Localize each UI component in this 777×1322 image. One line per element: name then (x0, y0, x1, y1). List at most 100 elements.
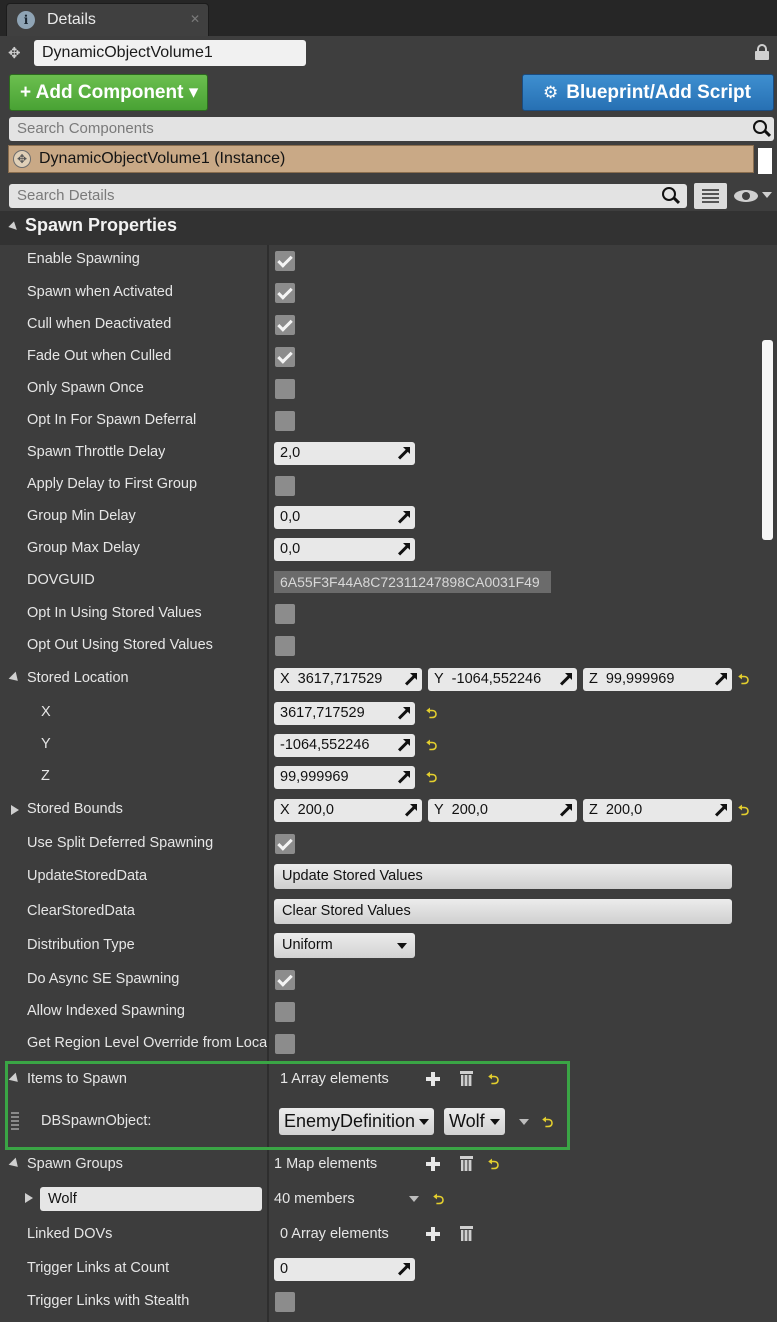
stored-location-x-field[interactable]: X 3617,717529 (274, 668, 422, 691)
stored-location-y-value: -1064,552246 (451, 671, 542, 687)
checkbox-fade-out-when-culled[interactable] (275, 347, 295, 367)
chevron-down-icon[interactable] (409, 1196, 419, 1202)
stored-bounds-y-field[interactable]: Y 200,0 (428, 799, 577, 822)
checkbox-only-spawn-once[interactable] (275, 379, 295, 399)
category-spawn-properties[interactable]: Spawn Properties (0, 211, 777, 245)
add-element-icon[interactable] (426, 1227, 440, 1241)
trash-icon[interactable] (460, 1226, 473, 1241)
axis-z: Z (589, 671, 598, 687)
component-instance-row[interactable]: ✥ DynamicObjectVolume1 (Instance) (8, 145, 754, 173)
drag-spinner-icon[interactable] (714, 673, 727, 686)
add-element-icon[interactable] (426, 1157, 440, 1171)
blueprint-add-script-button[interactable]: ⚙ Blueprint/Add Script (522, 74, 774, 111)
collapse-arrow-icon[interactable] (11, 805, 19, 815)
label-enable-spawning: Enable Spawning (27, 251, 140, 267)
view-options-chevron-down-icon[interactable] (762, 192, 772, 198)
details-scrollbar[interactable] (762, 340, 773, 540)
trigger-links-count-field[interactable]: 0 (274, 1258, 415, 1281)
search-components-input[interactable]: Search Components (9, 117, 774, 141)
axis-y: Y (434, 802, 444, 818)
stored-location-y-field[interactable]: Y -1064,552246 (428, 668, 577, 691)
drag-spinner-icon[interactable] (404, 804, 417, 817)
label-apply-delay-first-group: Apply Delay to First Group (27, 476, 198, 492)
drag-spinner-icon[interactable] (397, 771, 410, 784)
stored-location-z-field[interactable]: Z 99,999969 (583, 668, 732, 691)
reset-to-default-icon[interactable]: ⮌ (426, 738, 438, 752)
checkbox-opt-in-spawn-deferral[interactable] (275, 411, 295, 431)
stored-location-x-value: 3617,717529 (297, 671, 383, 687)
search-details-input[interactable]: Search Details (9, 184, 687, 208)
drag-spinner-icon[interactable] (397, 543, 410, 556)
checkbox-allow-indexed[interactable] (275, 1002, 295, 1022)
label-opt-in-spawn-deferral: Opt In For Spawn Deferral (27, 412, 197, 428)
distribution-type-dropdown[interactable]: Uniform (274, 933, 415, 958)
checkbox-trigger-links-stealth[interactable] (275, 1292, 295, 1312)
label-spawn-throttle-delay: Spawn Throttle Delay (27, 444, 166, 460)
reset-to-default-icon[interactable]: ⮌ (488, 1157, 500, 1171)
tab-details[interactable]: i Details ✕ (6, 3, 209, 36)
drag-spinner-icon[interactable] (714, 804, 727, 817)
update-stored-values-button[interactable]: Update Stored Values (274, 864, 732, 889)
drag-spinner-icon[interactable] (397, 447, 410, 460)
axis-x: X (280, 802, 290, 818)
checkbox-spawn-when-activated[interactable] (275, 283, 295, 303)
label-group-min-delay: Group Min Delay (27, 508, 136, 524)
close-icon[interactable]: ✕ (190, 12, 200, 26)
reset-to-default-icon[interactable]: ⮌ (738, 672, 750, 686)
checkbox-do-async-se[interactable] (275, 970, 295, 990)
checkbox-enable-spawning[interactable] (275, 251, 295, 271)
actor-icon: ✥ (8, 45, 21, 62)
add-component-button[interactable]: + Add Component ▾ (9, 74, 208, 111)
drag-spinner-icon[interactable] (559, 673, 572, 686)
eye-icon[interactable] (734, 188, 758, 204)
label-group-max-delay: Group Max Delay (27, 540, 140, 556)
reset-to-default-icon[interactable]: ⮌ (426, 770, 438, 784)
property-matrix-button[interactable] (694, 183, 727, 209)
location-z-field[interactable]: 99,999969 (274, 766, 415, 789)
spawn-throttle-delay-field[interactable]: 2,0 (274, 442, 415, 465)
group-max-delay-field[interactable]: 0,0 (274, 538, 415, 561)
spawn-group-key-field[interactable]: Wolf (40, 1187, 262, 1211)
blueprint-label: Blueprint/Add Script (566, 82, 751, 103)
drag-spinner-icon[interactable] (397, 511, 410, 524)
trash-icon[interactable] (460, 1156, 473, 1171)
stored-bounds-z-field[interactable]: Z 200,0 (583, 799, 732, 822)
checkbox-apply-delay-first-group[interactable] (275, 476, 295, 496)
lock-icon[interactable] (755, 44, 769, 60)
actor-instance-icon: ✥ (13, 150, 31, 168)
clear-stored-values-button[interactable]: Clear Stored Values (274, 899, 732, 924)
linked-dovs-count: 0 Array elements (280, 1226, 389, 1242)
label-distribution-type: Distribution Type (27, 937, 135, 953)
drag-spinner-icon[interactable] (397, 1263, 410, 1276)
component-list-scrollbar[interactable] (758, 148, 772, 174)
actor-name-input[interactable]: DynamicObjectVolume1 (34, 40, 306, 66)
checkbox-get-region-level[interactable] (275, 1034, 295, 1054)
location-x-field[interactable]: 3617,717529 (274, 702, 415, 725)
trigger-links-count-value: 0 (280, 1261, 289, 1277)
label-cull-when-deactivated: Cull when Deactivated (27, 316, 172, 332)
checkbox-opt-in-stored[interactable] (275, 604, 295, 624)
label-stored-bounds: Stored Bounds (27, 801, 123, 817)
search-details-icon[interactable] (662, 187, 681, 205)
group-min-delay-field[interactable]: 0,0 (274, 506, 415, 529)
drag-spinner-icon[interactable] (397, 739, 410, 752)
checkbox-cull-when-deactivated[interactable] (275, 315, 295, 335)
location-y-field[interactable]: -1064,552246 (274, 734, 415, 757)
label-get-region-level: Get Region Level Override from Location (27, 1035, 267, 1051)
collapse-arrow-icon[interactable] (25, 1193, 33, 1203)
drag-spinner-icon[interactable] (404, 673, 417, 686)
checkbox-opt-out-stored[interactable] (275, 636, 295, 656)
drag-spinner-icon[interactable] (559, 804, 572, 817)
actor-name-bar: ✥ DynamicObjectVolume1 (0, 36, 777, 72)
search-icon[interactable] (753, 120, 772, 138)
column-divider[interactable] (267, 211, 269, 1322)
checkbox-use-split-deferred[interactable] (275, 834, 295, 854)
group-min-delay-value: 0,0 (280, 509, 301, 525)
label-clear-stored-data: ClearStoredData (27, 903, 135, 919)
drag-spinner-icon[interactable] (397, 707, 410, 720)
reset-to-default-icon[interactable]: ⮌ (433, 1192, 445, 1206)
reset-to-default-icon[interactable]: ⮌ (738, 803, 750, 817)
axis-x: X (280, 671, 290, 687)
reset-to-default-icon[interactable]: ⮌ (426, 706, 438, 720)
stored-bounds-x-field[interactable]: X 200,0 (274, 799, 422, 822)
